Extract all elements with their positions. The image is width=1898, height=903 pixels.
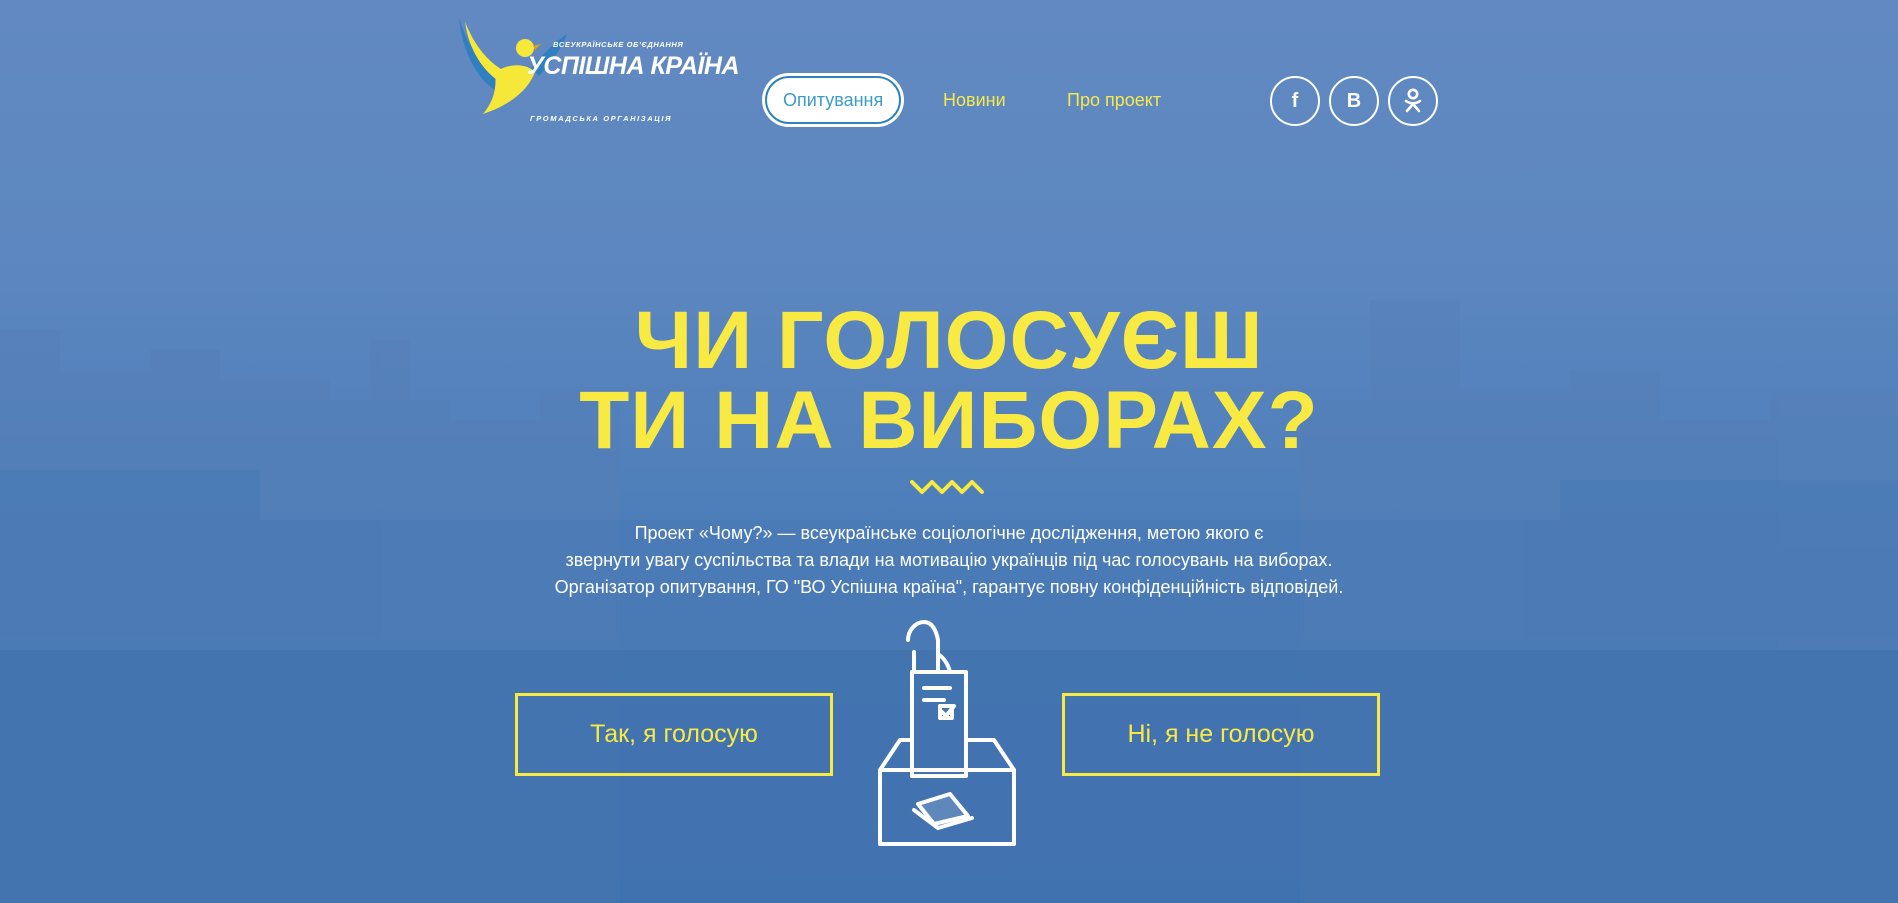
main-nav: Опитування Новини Про проект xyxy=(0,76,1898,124)
hero-description-line-2: звернути увагу суспільства та влади на м… xyxy=(565,550,1333,570)
zigzag-divider-icon xyxy=(910,480,984,494)
hero-description-line-3: Організатор опитування, ГО "ВО Успішна к… xyxy=(554,577,1344,597)
odnoklassniki-icon xyxy=(1404,88,1422,113)
vk-button[interactable]: B xyxy=(1329,76,1379,126)
logo-top-text: всеукраїнське об'єднання xyxy=(553,40,684,49)
hero-title-line-2: ТИ НА ВИБОРАХ? xyxy=(579,375,1319,466)
yes-vote-button[interactable]: Так, я голосую xyxy=(515,693,833,776)
hero-title-line-1: ЧИ ГОЛОСУЄШ xyxy=(634,295,1264,386)
hero-description-line-1: Проект «Чому?» — всеукраїнське соціологі… xyxy=(634,523,1264,543)
site-header: всеукраїнське об'єднання УСПІШНА КРАЇНА … xyxy=(0,0,1898,140)
nav-item-about[interactable]: Про проект xyxy=(1067,76,1161,124)
facebook-button[interactable]: f xyxy=(1270,76,1320,126)
no-vote-button[interactable]: Ні, я не голосую xyxy=(1062,693,1380,776)
vk-icon: B xyxy=(1346,89,1362,112)
odnoklassniki-button[interactable] xyxy=(1388,76,1438,126)
ballot-box-icon xyxy=(878,620,1016,846)
nav-item-survey[interactable]: Опитування xyxy=(765,76,902,124)
facebook-icon: f xyxy=(1291,89,1299,112)
nav-item-news[interactable]: Новини xyxy=(943,76,1006,124)
